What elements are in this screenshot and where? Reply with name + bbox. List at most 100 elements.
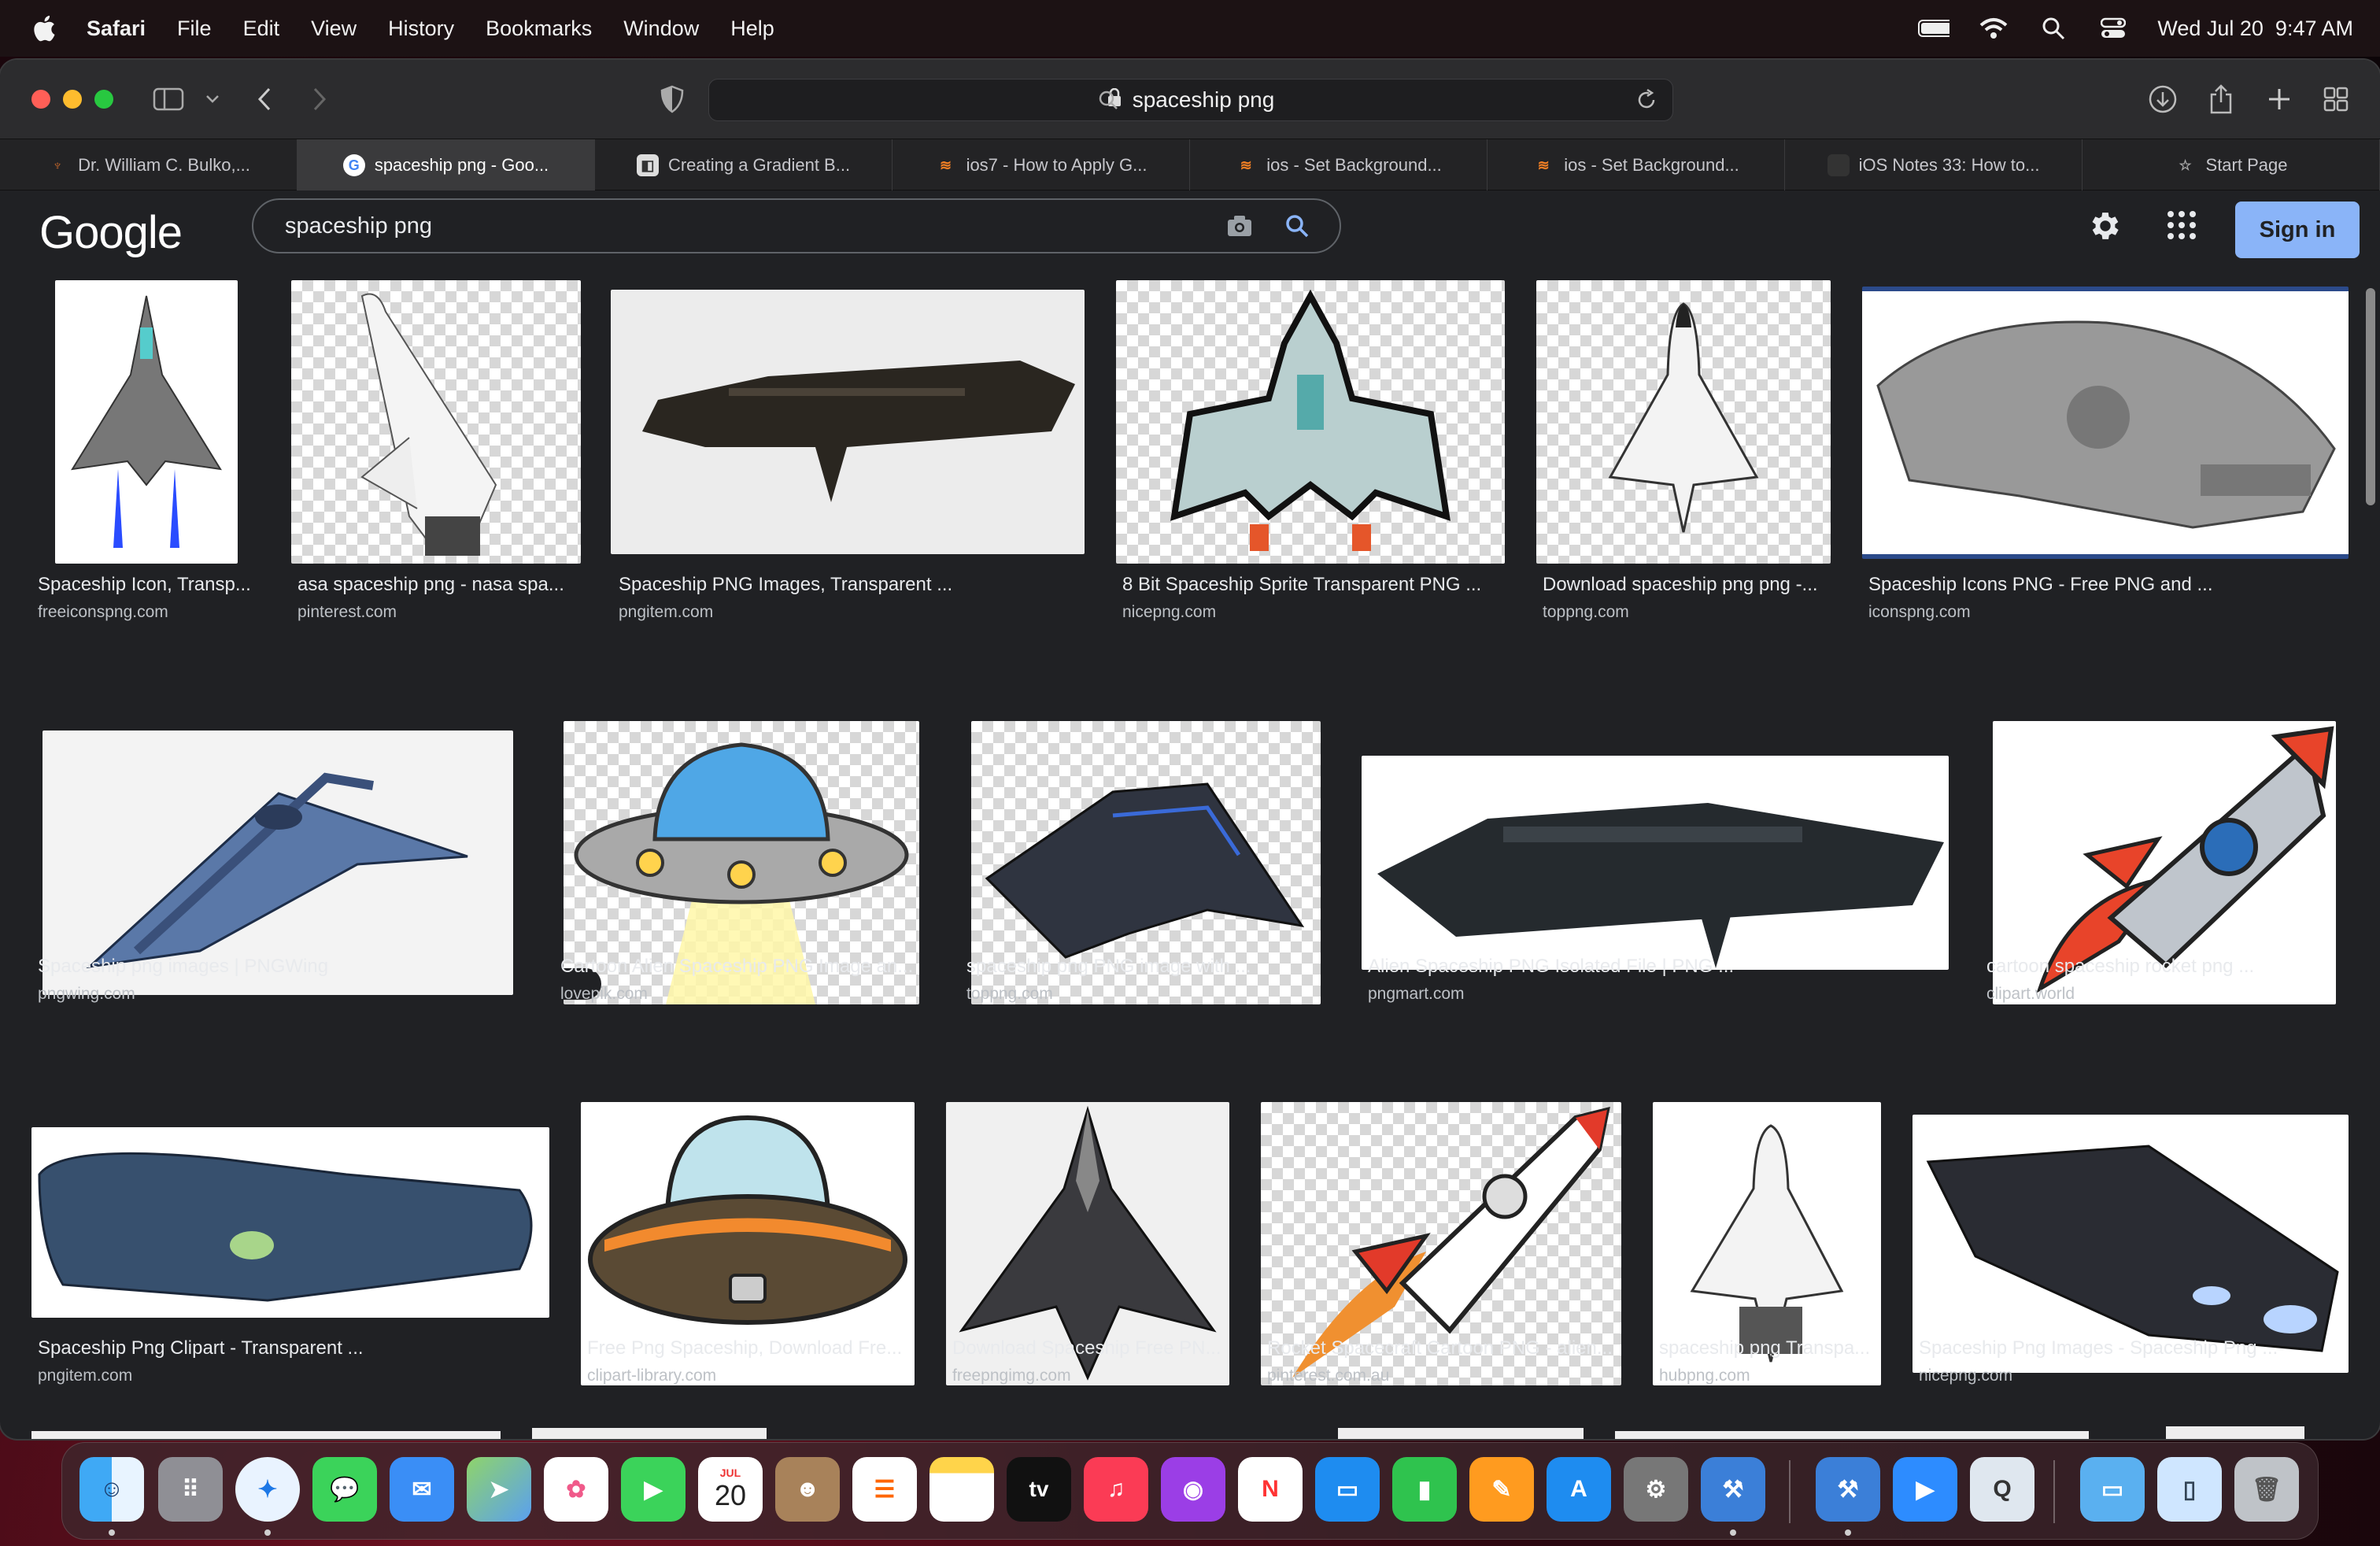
sidebar-toggle-icon[interactable] xyxy=(151,83,186,115)
photos-icon[interactable]: ✿ xyxy=(544,1457,608,1522)
contacts-icon[interactable]: ☻ xyxy=(775,1457,840,1522)
spotlight-search-icon[interactable] xyxy=(2038,17,2069,40)
result-source[interactable]: hubpng.com xyxy=(1659,1367,1750,1385)
result-source[interactable]: toppng.com xyxy=(966,985,1053,1004)
menu-bookmarks[interactable]: Bookmarks xyxy=(486,17,592,41)
back-arrow-icon[interactable] xyxy=(247,83,282,115)
result-title[interactable]: Spaceship PNG Images, Transparent ... xyxy=(619,574,1059,596)
new-tab-plus-icon[interactable] xyxy=(2262,83,2297,115)
tab-ios-notes[interactable]: iOS Notes 33: How to... xyxy=(1785,139,2082,191)
downloads-folder-icon[interactable]: ▭ xyxy=(2080,1457,2145,1522)
tab-gradient[interactable]: ◧ Creating a Gradient B... xyxy=(595,139,893,191)
podcasts-icon[interactable]: ◉ xyxy=(1161,1457,1225,1522)
zoom-button[interactable] xyxy=(94,90,113,109)
trash-icon[interactable]: 🗑 xyxy=(2234,1457,2299,1522)
share-icon[interactable] xyxy=(2204,83,2238,115)
result-source[interactable]: clipart.world xyxy=(1986,985,2075,1004)
result-title[interactable]: Free Png Spaceship, Download Fre... xyxy=(587,1337,918,1359)
search-icon[interactable] xyxy=(1284,213,1310,245)
reload-icon[interactable] xyxy=(1635,88,1658,117)
result-title[interactable]: Alien Spaceship PNG Isolated File | PNG … xyxy=(1368,956,1809,978)
result-title[interactable]: cartoon spaceship rocket png ... xyxy=(1986,956,2333,978)
menu-help[interactable]: Help xyxy=(730,17,774,41)
result-source[interactable]: pinterest.com xyxy=(298,603,397,622)
keynote-icon[interactable]: ▭ xyxy=(1315,1457,1380,1522)
settings-gear-icon[interactable] xyxy=(2087,208,2123,248)
result-source[interactable]: pinterest.com.au xyxy=(1267,1367,1389,1385)
reminders-icon[interactable]: ☰ xyxy=(852,1457,917,1522)
xcode-icon[interactable]: ⚒ xyxy=(1701,1457,1765,1522)
tab-ios7-gradient[interactable]: ≋ ios7 - How to Apply G... xyxy=(893,139,1190,191)
google-search-box[interactable]: spaceship png xyxy=(252,198,1341,253)
result-thumbnail[interactable] xyxy=(55,280,238,564)
facetime-icon[interactable]: ▶ xyxy=(621,1457,686,1522)
result-source[interactable]: freepngimg.com xyxy=(952,1367,1071,1385)
tv-icon[interactable]: tv xyxy=(1007,1457,1071,1522)
app-store-icon[interactable]: A xyxy=(1547,1457,1611,1522)
result-thumbnail-partial[interactable] xyxy=(31,1431,501,1439)
tab-start-page[interactable]: ☆ Start Page xyxy=(2082,139,2380,191)
scrollbar-thumb[interactable] xyxy=(2366,288,2375,505)
news-icon[interactable]: N xyxy=(1238,1457,1303,1522)
result-thumbnail[interactable] xyxy=(1862,287,2349,559)
zoom-icon[interactable]: ▶ xyxy=(1893,1457,1957,1522)
numbers-icon[interactable]: ▮ xyxy=(1392,1457,1457,1522)
menu-app-name[interactable]: Safari xyxy=(87,17,146,41)
result-title[interactable]: Spaceship Icons PNG - Free PNG and ... xyxy=(1868,574,2309,596)
result-source[interactable]: pngwing.com xyxy=(38,985,135,1004)
result-thumbnail[interactable] xyxy=(1913,1115,2349,1373)
result-thumbnail-partial[interactable] xyxy=(1338,1428,1584,1439)
result-thumbnail[interactable] xyxy=(1536,280,1831,564)
result-source[interactable]: nicepng.com xyxy=(1919,1367,2012,1385)
address-bar[interactable]: spaceship png xyxy=(708,79,1673,121)
result-thumbnail[interactable] xyxy=(1362,756,1949,970)
result-thumbnail-partial[interactable] xyxy=(2166,1426,2304,1439)
wifi-icon[interactable] xyxy=(1978,17,2009,40)
tab-bulko[interactable]: ♆ Dr. William C. Bulko,... xyxy=(0,139,298,191)
forward-arrow-icon[interactable] xyxy=(302,83,337,115)
tab-google-spaceship[interactable]: Gspaceship png - Goo... xyxy=(298,139,595,191)
google-logo[interactable]: Google xyxy=(39,206,183,259)
camera-icon[interactable] xyxy=(1226,214,1253,244)
menu-view[interactable]: View xyxy=(311,17,357,41)
apple-icon[interactable] xyxy=(30,13,57,43)
result-source[interactable]: pngitem.com xyxy=(38,1367,132,1385)
launchpad-icon[interactable]: ⠿ xyxy=(158,1457,223,1522)
pages-icon[interactable]: ✎ xyxy=(1469,1457,1534,1522)
mail-icon[interactable]: ✉ xyxy=(390,1457,454,1522)
music-icon[interactable]: ♫ xyxy=(1084,1457,1148,1522)
finder-icon[interactable]: ☺ xyxy=(79,1457,144,1522)
tab-ios-background-2[interactable]: ≋ ios - Set Background... xyxy=(1488,139,1785,191)
result-thumbnail-partial[interactable] xyxy=(1615,1431,2089,1439)
notes-icon[interactable] xyxy=(929,1457,994,1522)
menu-file[interactable]: File xyxy=(177,17,212,41)
result-title[interactable]: Spaceship Png Clipart - Transparent ... xyxy=(38,1337,510,1359)
result-thumbnail[interactable] xyxy=(291,280,581,564)
battery-icon[interactable] xyxy=(1918,17,1950,40)
control-center-icon[interactable] xyxy=(2097,17,2129,40)
menu-history[interactable]: History xyxy=(388,17,454,41)
simulator-icon[interactable]: ⚒ xyxy=(1816,1457,1880,1522)
chevron-down-icon[interactable] xyxy=(195,83,230,115)
result-source[interactable]: freeiconspng.com xyxy=(38,603,168,622)
result-title[interactable]: Cartoon Alien Spaceship PNG Image an... xyxy=(560,956,919,978)
downloads-icon[interactable] xyxy=(2145,83,2180,115)
result-source[interactable]: lovepik.com xyxy=(560,985,648,1004)
result-title[interactable]: Spaceship png images | PNGWing xyxy=(38,956,510,978)
sign-in-button[interactable]: Sign in xyxy=(2235,202,2360,258)
result-source[interactable]: pngitem.com xyxy=(619,603,713,622)
result-source[interactable]: iconspng.com xyxy=(1868,603,1971,622)
result-thumbnail[interactable] xyxy=(1116,280,1505,564)
tab-ios-background-1[interactable]: ≋ ios - Set Background... xyxy=(1190,139,1488,191)
google-apps-grid-icon[interactable] xyxy=(2166,209,2197,245)
result-source[interactable]: clipart-library.com xyxy=(587,1367,716,1385)
privacy-shield-icon[interactable] xyxy=(655,83,689,115)
result-source[interactable]: toppng.com xyxy=(1543,603,1629,622)
close-button[interactable] xyxy=(31,90,50,109)
result-source[interactable]: nicepng.com xyxy=(1122,603,1216,622)
result-title[interactable]: spaceship png Transpa... xyxy=(1659,1337,1881,1359)
result-title[interactable]: Spaceship Png Images - Spaceship Png ... xyxy=(1919,1337,2344,1359)
minimize-button[interactable] xyxy=(63,90,82,109)
result-title[interactable]: Rocket Spacecraft Cartoon PNG - alien... xyxy=(1267,1337,1621,1359)
result-title[interactable]: Download spaceship png png -... xyxy=(1543,574,1831,596)
